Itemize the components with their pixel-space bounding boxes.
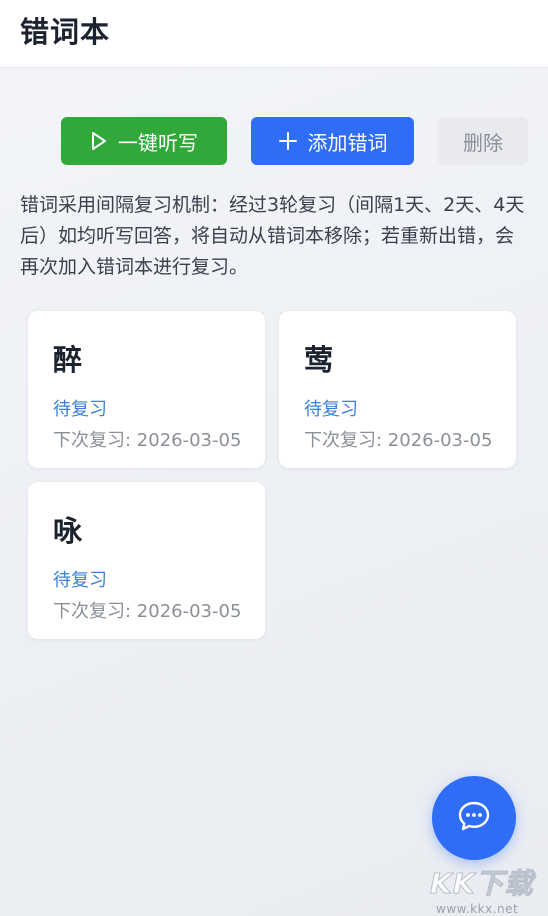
card-next-review: 下次复习: 2026-03-05 [53, 430, 242, 451]
plus-icon [278, 131, 298, 151]
dictate-button[interactable]: 一键听写 [61, 117, 227, 165]
dictate-button-label: 一键听写 [118, 130, 198, 155]
chat-bubble-icon [457, 800, 491, 836]
card-status: 待复习 [53, 570, 107, 591]
card-next-review: 下次复习: 2026-03-05 [304, 430, 493, 451]
add-word-button-label: 添加错词 [307, 130, 388, 155]
card-word: 醉 [53, 343, 83, 377]
card-word: 莺 [304, 343, 334, 377]
add-word-button[interactable]: 添加错词 [251, 117, 414, 165]
app-header: 错词本 [0, 0, 548, 68]
chat-fab-button[interactable] [432, 776, 516, 860]
page-title: 错词本 [20, 15, 111, 49]
word-card[interactable]: 莺 待复习 下次复习: 2026-03-05 [279, 311, 516, 468]
delete-button[interactable]: 删除 [438, 117, 528, 165]
watermark-url: www.kkx.net [436, 902, 519, 916]
card-word: 咏 [53, 514, 83, 548]
word-card[interactable]: 醉 待复习 下次复习: 2026-03-05 [28, 311, 265, 468]
word-card[interactable]: 咏 待复习 下次复习: 2026-03-05 [28, 482, 265, 639]
site-watermark: KK下载 www.kkx.net [429, 862, 548, 916]
play-outline-icon [90, 131, 108, 151]
card-next-review: 下次复习: 2026-03-05 [53, 601, 242, 622]
watermark-logo: KK下载 [429, 867, 534, 901]
review-rule-description: 错词采用间隔复习机制：经过3轮复习（间隔1天、2天、4天后）如均听写回答，将自动… [20, 194, 525, 278]
delete-button-label: 删除 [463, 130, 503, 155]
card-status: 待复习 [304, 399, 358, 420]
card-status: 待复习 [53, 399, 107, 420]
